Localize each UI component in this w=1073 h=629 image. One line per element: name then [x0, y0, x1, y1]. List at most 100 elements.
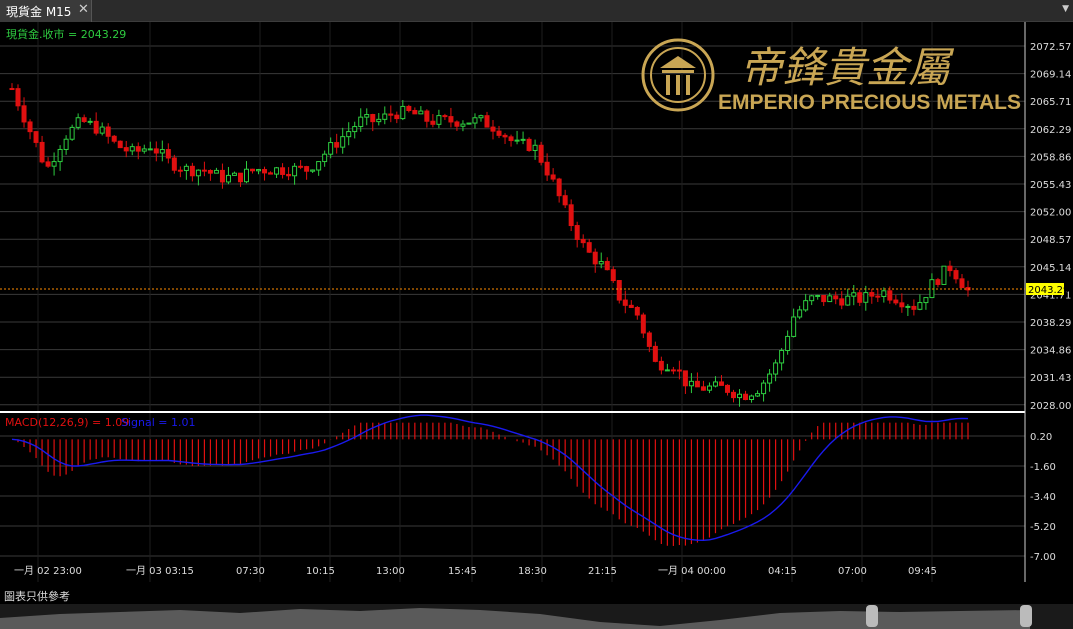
candle-body: [857, 292, 863, 303]
price-tick-label: 2034.86: [1030, 346, 1071, 357]
candle-body: [424, 110, 430, 122]
brand-logo: 帝鋒貴金屬 EMPERIO PRECIOUS METALS: [641, 38, 1021, 114]
time-tick-label: 07:30: [236, 566, 265, 577]
candle-body: [135, 146, 141, 152]
candle-body: [869, 292, 875, 297]
chart-area[interactable]: 帝鋒貴金屬 EMPERIO PRECIOUS METALS 2072.57 206…: [0, 22, 1073, 604]
macd-tick-label: -7.00: [1030, 552, 1056, 563]
time-tick-label: 一月 03 03:15: [126, 565, 194, 577]
navigator-scrollbar[interactable]: [0, 604, 1073, 629]
candle-body: [75, 117, 81, 128]
candle-body: [899, 302, 905, 308]
current-price-value: 2043.29: [1028, 285, 1069, 296]
candle-body: [917, 302, 923, 310]
candle-body: [189, 165, 195, 177]
macd-axis: 0.20 -1.60 -3.40 -5.20 -7.00: [1030, 432, 1056, 563]
candle-body: [827, 295, 833, 303]
candle-body: [406, 105, 412, 111]
candle-body: [658, 360, 664, 371]
candle-body: [388, 113, 394, 116]
current-price-tag: 2043.29: [1026, 283, 1069, 296]
candle-body: [418, 110, 424, 115]
candle-body: [682, 370, 688, 387]
candle-body: [761, 382, 767, 395]
candle-body: [45, 161, 51, 167]
candle-body: [310, 169, 316, 172]
candle-body: [893, 299, 899, 304]
candle-body: [436, 115, 442, 125]
macd-tick-label: -3.40: [1030, 492, 1056, 503]
candle-body: [484, 115, 490, 128]
candle-body: [225, 174, 231, 183]
candle-body: [851, 292, 857, 297]
candle-body: [947, 265, 953, 272]
candle-body: [364, 114, 370, 118]
candle-body: [749, 395, 755, 401]
candle-body: [87, 120, 93, 123]
candle-body: [195, 169, 201, 177]
candle-body: [676, 369, 682, 372]
candle-body: [304, 166, 310, 172]
price-tick-label: 2062.29: [1030, 125, 1071, 136]
navigator-handle-right[interactable]: [1020, 605, 1032, 627]
close-icon[interactable]: ✕: [78, 2, 89, 17]
time-tick-label: 18:30: [518, 566, 547, 577]
time-tick-label: 04:15: [768, 566, 797, 577]
candle-body: [27, 121, 33, 133]
candle-body: [63, 138, 69, 150]
candle-body: [153, 148, 159, 154]
candle-body: [664, 369, 670, 372]
candle-body: [803, 300, 809, 311]
candle-body: [773, 362, 779, 375]
candle-body: [376, 118, 382, 123]
macd-label: MACD(12,26,9) = 1.09: [5, 416, 129, 429]
candle-body: [568, 204, 574, 227]
candle-body: [628, 304, 634, 308]
candle-body: [262, 169, 268, 174]
candle-body: [117, 140, 123, 149]
candle-body: [159, 149, 165, 154]
candle-body: [268, 172, 274, 175]
candle-body: [610, 269, 616, 282]
candle-body: [111, 135, 117, 142]
candle-body: [574, 225, 580, 240]
chart-disclaimer: 圖表只供參考: [4, 590, 70, 603]
candle-body: [887, 290, 893, 301]
candle-body: [448, 116, 454, 123]
candle-body: [237, 172, 243, 183]
candle-body: [670, 369, 676, 372]
candle-body: [586, 242, 592, 253]
candle-body: [340, 136, 346, 148]
candle-body: [207, 170, 213, 174]
candle-body: [755, 393, 761, 397]
navigator-handle-left[interactable]: [866, 605, 878, 627]
candle-body: [622, 299, 628, 306]
candle-body: [508, 136, 514, 142]
candle-body: [129, 146, 135, 152]
price-tick-label: 2055.43: [1030, 180, 1071, 191]
candle-body: [911, 305, 917, 310]
candle-body: [532, 144, 538, 151]
chevron-down-icon[interactable]: ▼: [1062, 4, 1069, 14]
candle-body: [177, 169, 183, 172]
candle-body: [370, 114, 376, 123]
candle-body: [292, 165, 298, 177]
candle-body: [580, 238, 586, 244]
candle-body: [412, 109, 418, 115]
candle-body: [839, 298, 845, 306]
price-tick-label: 2048.57: [1030, 235, 1071, 246]
price-label: 現貨金.收市 = 2043.29: [6, 27, 126, 41]
candle-body: [953, 270, 959, 280]
candle-body: [141, 148, 147, 152]
time-tick-label: 07:00: [838, 566, 867, 577]
candle-body: [147, 148, 153, 151]
candle-body: [466, 122, 472, 125]
candle-body: [430, 120, 436, 125]
price-axis: 2072.57 2069.14 2065.71 2062.29 2058.86 2055.…: [1030, 42, 1071, 412]
time-tick-label: 13:00: [376, 566, 405, 577]
candle-body: [454, 121, 460, 127]
candle-body: [640, 314, 646, 334]
candle-body: [833, 295, 839, 300]
tab-chart[interactable]: 現貨金 M15 ✕: [0, 0, 92, 22]
candle-body: [743, 393, 749, 401]
